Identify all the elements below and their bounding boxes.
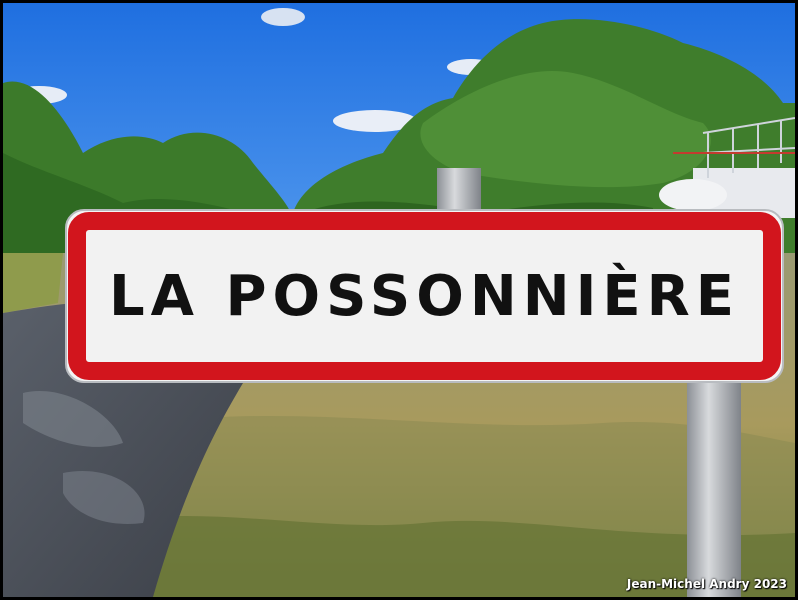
- post-top: [437, 168, 481, 213]
- town-name: LA POSSONNIÈRE: [108, 264, 741, 329]
- photo-credit: Jean-Michel Andry 2023: [626, 577, 787, 591]
- white-tank: [659, 179, 727, 211]
- town-entrance-sign: LA POSSONNIÈRE: [65, 209, 784, 383]
- photo-frame: LA POSSONNIÈRE Jean-Michel Andry 2023: [0, 0, 798, 600]
- sign-post: [687, 368, 741, 597]
- cloud: [261, 8, 305, 26]
- road-sign-photo: LA POSSONNIÈRE Jean-Michel Andry 2023: [3, 3, 795, 597]
